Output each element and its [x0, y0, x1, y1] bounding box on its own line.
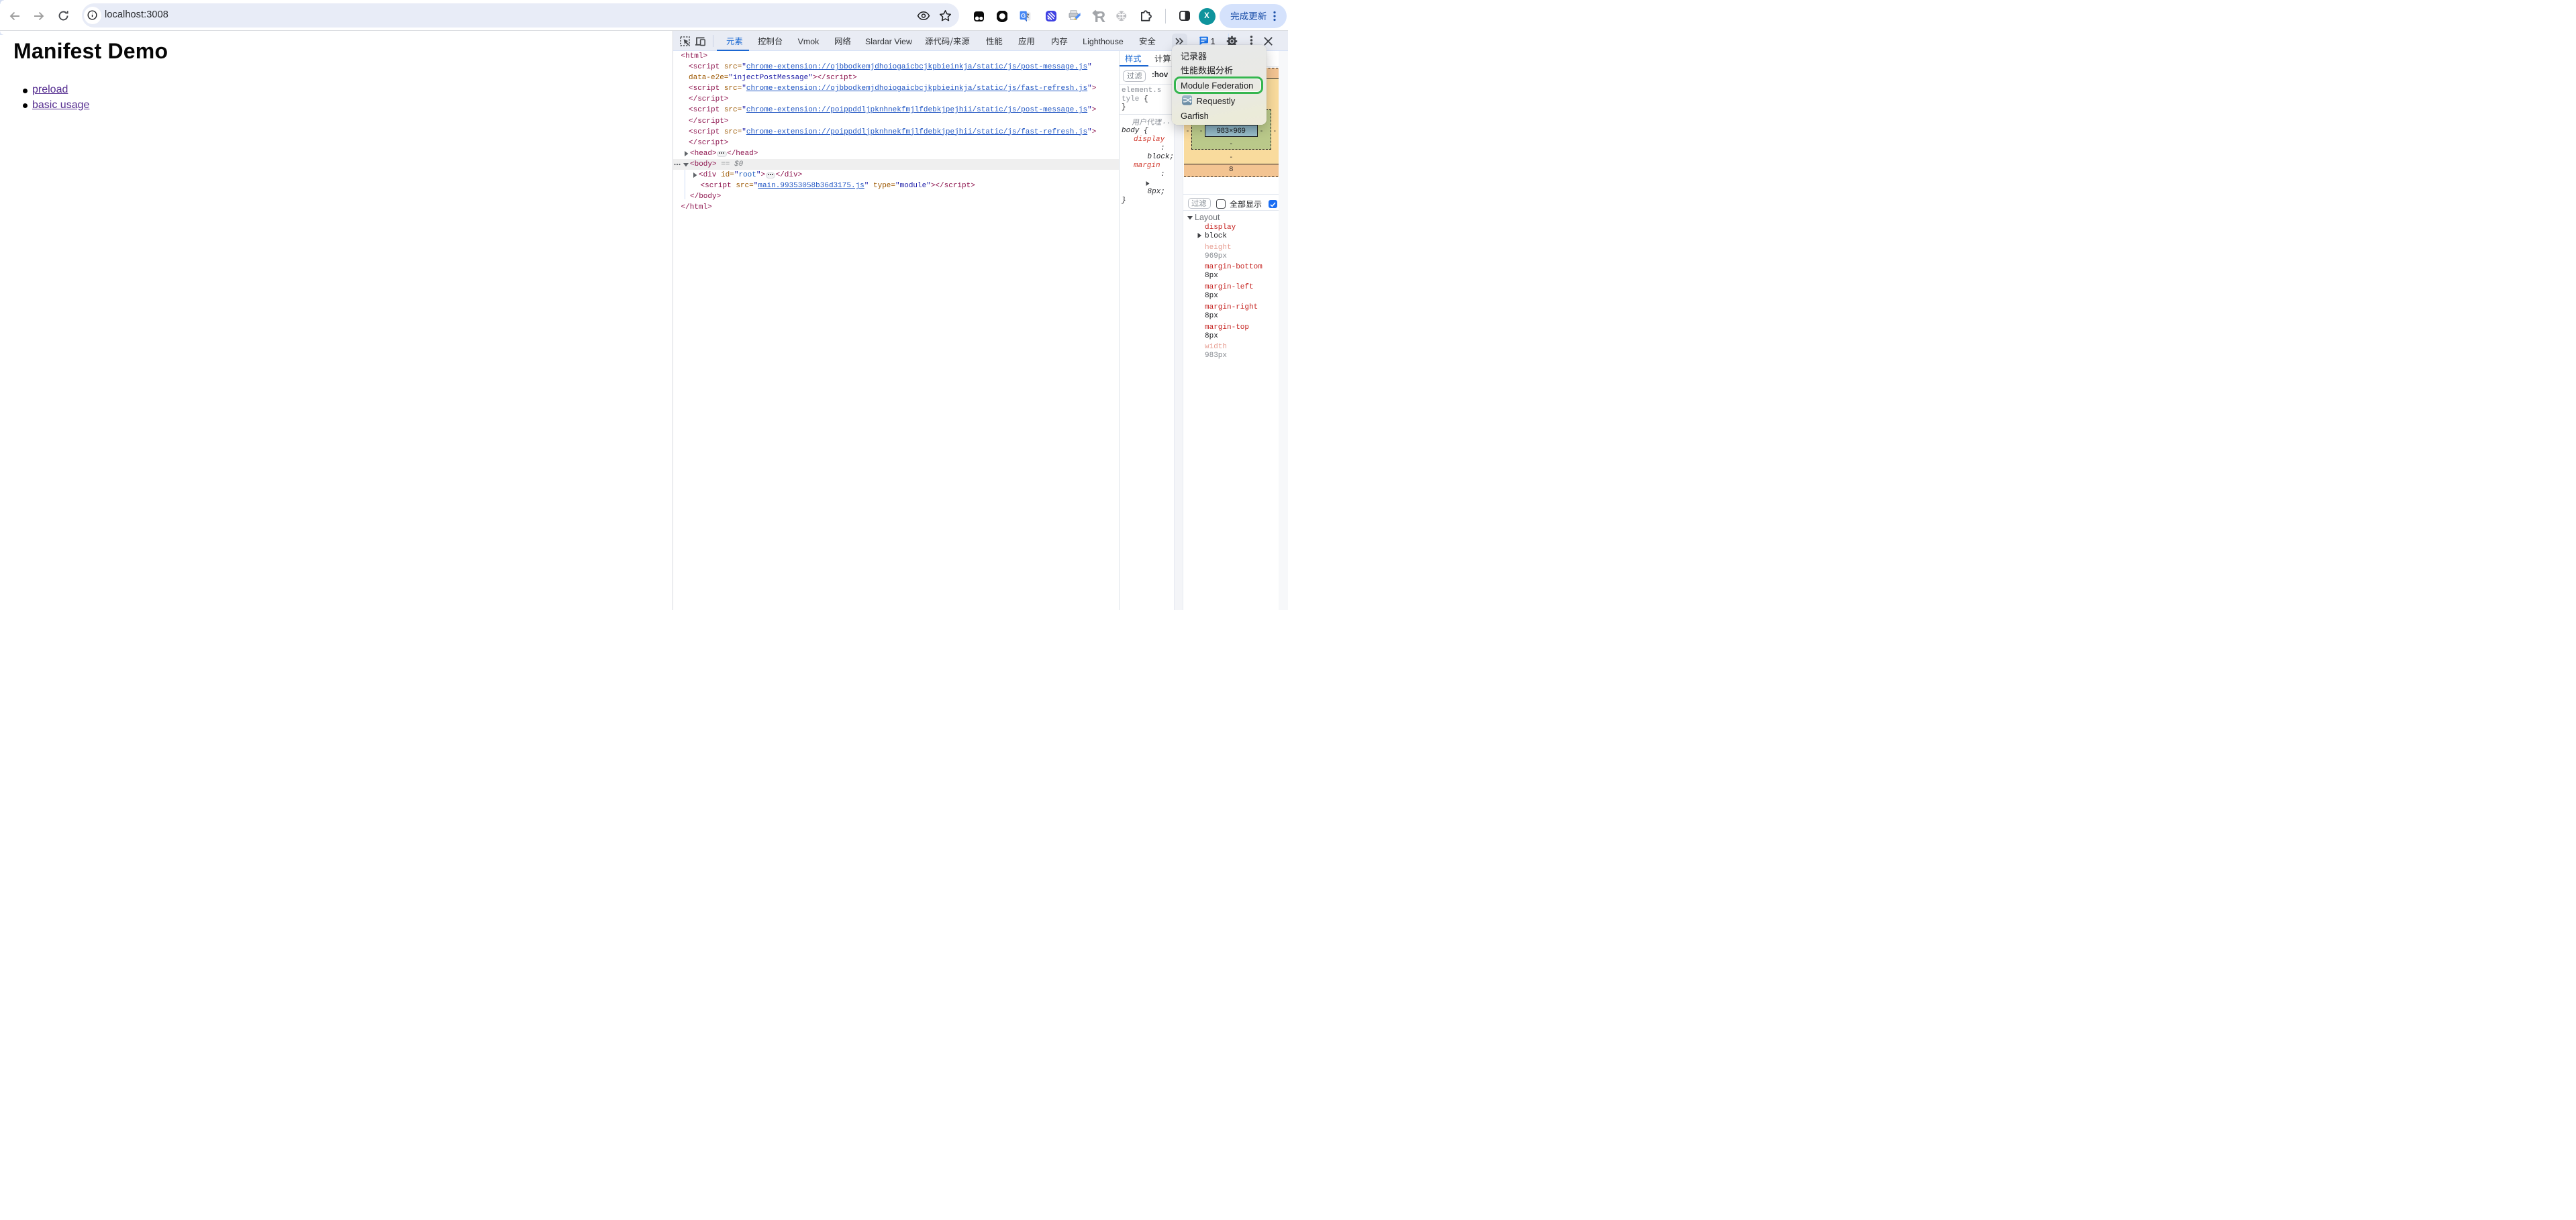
- svg-text:G: G: [1021, 12, 1026, 19]
